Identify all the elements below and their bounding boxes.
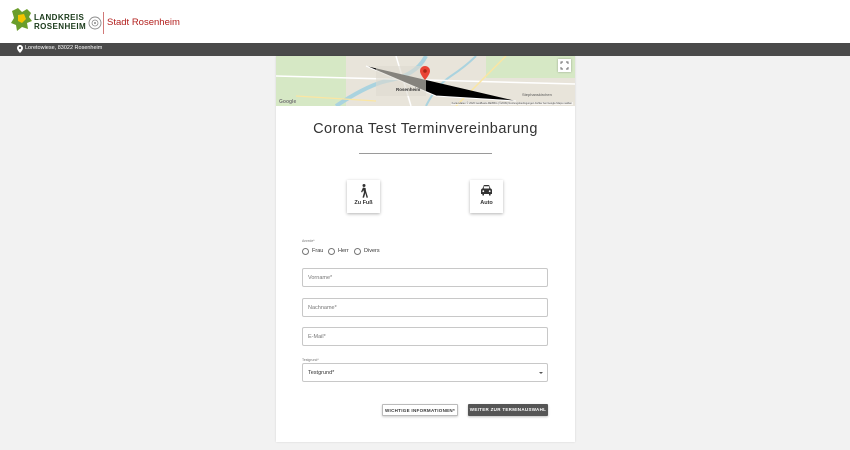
map-district-label: Stephanskirchen xyxy=(522,92,552,97)
landkreis-line1: LANDKREIS xyxy=(34,13,85,22)
fullscreen-icon xyxy=(560,61,569,70)
continue-to-appointment-button[interactable]: WEITER ZUR TERMINAUSWAHL xyxy=(468,404,548,416)
landkreis-logo[interactable]: LANDKREIS ROSENHEIM xyxy=(10,7,86,33)
testgrund-select[interactable]: Testgrund* xyxy=(302,363,548,382)
radio-frau-label[interactable]: Frau xyxy=(312,248,323,254)
location-bar: Loretowiese, 83022 Rosenheim xyxy=(0,43,850,56)
email-input[interactable] xyxy=(303,328,547,345)
stadt-rosenheim-logo[interactable]: Stadt Rosenheim xyxy=(88,11,180,35)
mode-car-button[interactable]: Auto xyxy=(470,180,503,213)
radio-herr-label[interactable]: Herr xyxy=(338,248,349,254)
important-info-button[interactable]: WICHTIGE INFORMATIONEN* xyxy=(382,404,458,416)
landkreis-line2: ROSENHEIM xyxy=(34,22,87,31)
header: LANDKREIS ROSENHEIM Stadt Rosenheim xyxy=(0,0,850,43)
radio-frau[interactable] xyxy=(302,248,309,255)
map-fullscreen-button[interactable] xyxy=(558,59,571,72)
car-icon xyxy=(481,185,492,196)
radio-divers-label[interactable]: Divers xyxy=(364,248,380,254)
title-divider xyxy=(359,153,492,154)
map-attribution[interactable]: Kartendaten © 2020 GeoBasis-DE/BKG (©200… xyxy=(450,102,573,105)
map[interactable]: Rosenheim Stephanskirchen Google Kartend… xyxy=(276,56,575,106)
anrede-label: Anrede* xyxy=(302,239,315,243)
mode-walking-label: Zu Fuß xyxy=(354,200,373,206)
google-logo: Google xyxy=(279,99,297,105)
landkreis-crest-icon xyxy=(11,8,32,31)
mode-walking-button[interactable]: Zu Fuß xyxy=(347,180,380,213)
vorname-field xyxy=(302,268,548,287)
rose-emblem-icon xyxy=(88,16,102,30)
stadt-rosenheim-text: Stadt Rosenheim xyxy=(107,17,180,28)
location-pin-icon xyxy=(17,45,23,53)
mode-car-label: Auto xyxy=(480,200,493,206)
nachname-input[interactable] xyxy=(303,299,547,316)
radio-divers[interactable] xyxy=(354,248,361,255)
vorname-input[interactable] xyxy=(303,269,547,286)
map-marker-icon[interactable] xyxy=(420,66,430,80)
map-city-label: Rosenheim xyxy=(396,87,421,92)
page-title: Corona Test Terminvereinbarung xyxy=(313,121,538,137)
location-text: Loretowiese, 83022 Rosenheim xyxy=(25,45,103,51)
email-field xyxy=(302,327,548,346)
walking-icon xyxy=(361,184,368,198)
nachname-field xyxy=(302,298,548,317)
testgrund-label: Testgrund* xyxy=(302,358,319,362)
caret-down-icon xyxy=(539,372,543,374)
map-tiles xyxy=(276,56,575,106)
testgrund-value: Testgrund* xyxy=(308,370,335,376)
radio-herr[interactable] xyxy=(328,248,335,255)
logo-separator xyxy=(103,12,104,34)
appointment-card: Rosenheim Stephanskirchen Google Kartend… xyxy=(276,56,575,442)
